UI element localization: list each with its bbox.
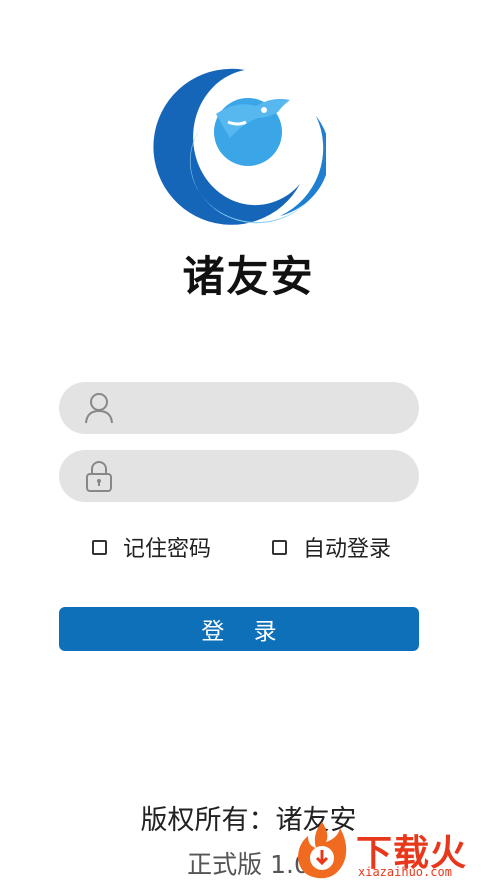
lock-icon [83, 459, 115, 493]
auto-login-option[interactable]: 自动登录 [272, 533, 392, 562]
watermark-subtitle: xiazaihuo.com [358, 865, 452, 879]
remember-password-option[interactable]: 记住密码 [92, 533, 212, 562]
flame-logo-icon [298, 822, 347, 879]
username-field[interactable] [59, 382, 419, 436]
auto-login-checkbox[interactable] [272, 539, 287, 555]
app-name: 诸友安 [182, 252, 315, 301]
remember-password-checkbox[interactable] [92, 539, 107, 555]
username-input[interactable] [129, 382, 403, 436]
auto-login-label: 自动登录 [303, 537, 392, 562]
user-icon [83, 391, 115, 425]
login-button[interactable]: 登 录 [59, 607, 419, 651]
watermark: 下载火 xiazaihuo.com [292, 818, 497, 883]
login-button-label: 登 录 [201, 619, 277, 645]
password-field[interactable] [59, 450, 419, 504]
password-input[interactable] [129, 450, 403, 504]
remember-password-label: 记住密码 [123, 537, 212, 562]
app-logo [150, 66, 330, 226]
